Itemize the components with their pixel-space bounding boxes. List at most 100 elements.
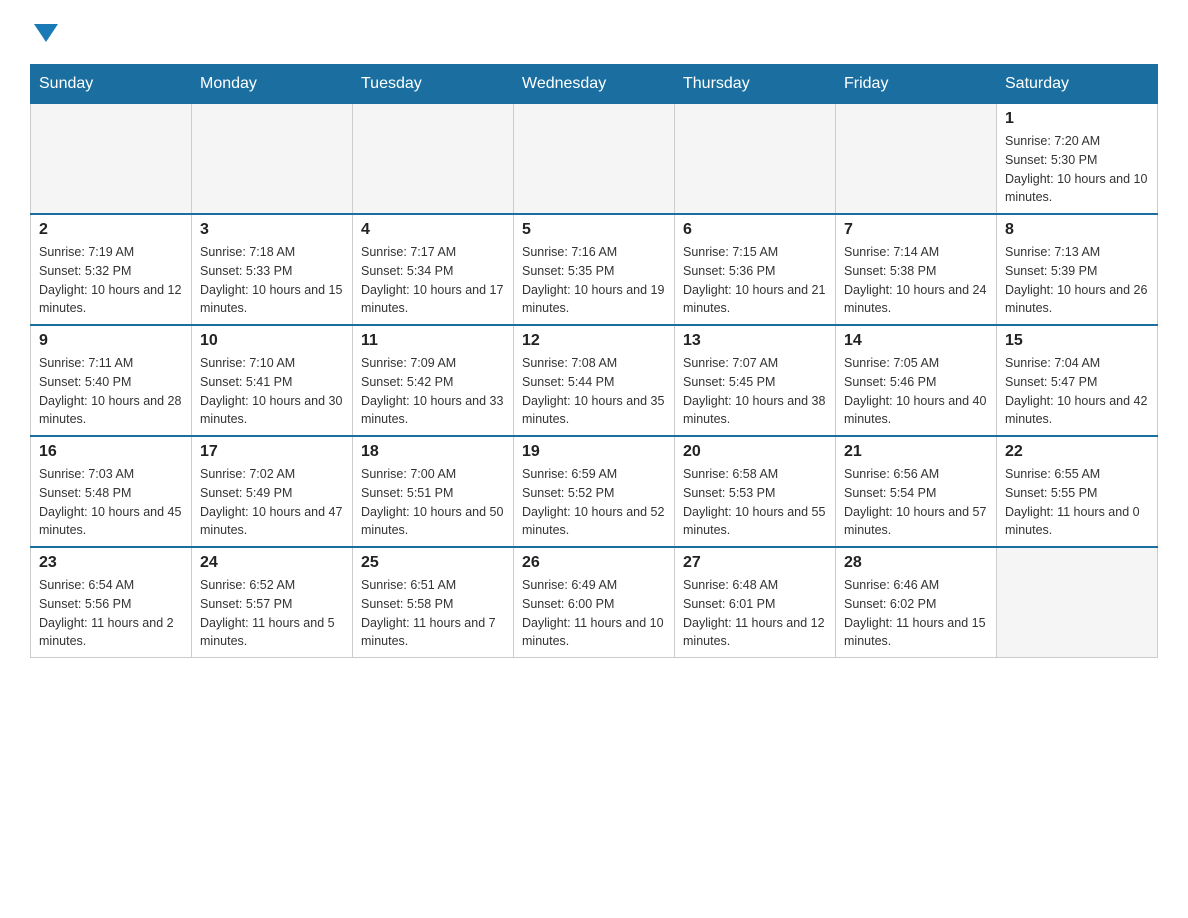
logo-arrow-icon bbox=[34, 24, 58, 42]
day-info: Sunrise: 7:14 AMSunset: 5:38 PMDaylight:… bbox=[844, 243, 988, 318]
day-number: 16 bbox=[39, 443, 183, 461]
calendar-cell: 11Sunrise: 7:09 AMSunset: 5:42 PMDayligh… bbox=[353, 325, 514, 436]
day-info: Sunrise: 6:49 AMSunset: 6:00 PMDaylight:… bbox=[522, 576, 666, 651]
calendar-week-row: 2 Sunrise: 7:19 AMSunset: 5:32 PMDaylight… bbox=[31, 214, 1158, 325]
day-number: 26 bbox=[522, 554, 666, 572]
day-info: Sunrise: 7:20 AMSunset: 5:30 PMDaylight:… bbox=[1005, 132, 1149, 207]
day-number: 13 bbox=[683, 332, 827, 350]
day-number: 3 bbox=[200, 221, 344, 239]
day-number: 6 bbox=[683, 221, 827, 239]
weekday-header-saturday: Saturday bbox=[997, 65, 1158, 104]
day-info: Sunrise: 7:03 AMSunset: 5:48 PMDaylight:… bbox=[39, 465, 183, 540]
day-info: Sunrise: 6:58 AMSunset: 5:53 PMDaylight:… bbox=[683, 465, 827, 540]
day-number: 7 bbox=[844, 221, 988, 239]
day-info: Sunrise: 6:55 AMSunset: 5:55 PMDaylight:… bbox=[1005, 465, 1149, 540]
day-number: 2 bbox=[39, 221, 183, 239]
calendar-cell bbox=[997, 547, 1158, 658]
day-info: Sunrise: 6:56 AMSunset: 5:54 PMDaylight:… bbox=[844, 465, 988, 540]
calendar-cell: 22Sunrise: 6:55 AMSunset: 5:55 PMDayligh… bbox=[997, 436, 1158, 547]
day-info: Sunrise: 7:13 AMSunset: 5:39 PMDaylight:… bbox=[1005, 243, 1149, 318]
day-number: 15 bbox=[1005, 332, 1149, 350]
day-number: 28 bbox=[844, 554, 988, 572]
calendar-cell bbox=[836, 104, 997, 215]
day-number: 20 bbox=[683, 443, 827, 461]
day-number: 27 bbox=[683, 554, 827, 572]
weekday-header-wednesday: Wednesday bbox=[514, 65, 675, 104]
day-info: Sunrise: 7:05 AMSunset: 5:46 PMDaylight:… bbox=[844, 354, 988, 429]
day-number: 5 bbox=[522, 221, 666, 239]
day-number: 4 bbox=[361, 221, 505, 239]
day-number: 11 bbox=[361, 332, 505, 350]
day-number: 1 bbox=[1005, 110, 1149, 128]
calendar-cell: 5 Sunrise: 7:16 AMSunset: 5:35 PMDaylight… bbox=[514, 214, 675, 325]
day-info: Sunrise: 7:00 AMSunset: 5:51 PMDaylight:… bbox=[361, 465, 505, 540]
day-number: 9 bbox=[39, 332, 183, 350]
calendar-cell bbox=[675, 104, 836, 215]
header bbox=[30, 20, 1158, 44]
day-number: 8 bbox=[1005, 221, 1149, 239]
calendar-cell: 2 Sunrise: 7:19 AMSunset: 5:32 PMDaylight… bbox=[31, 214, 192, 325]
day-number: 24 bbox=[200, 554, 344, 572]
calendar-week-row: 16 Sunrise: 7:03 AMSunset: 5:48 PMDayligh… bbox=[31, 436, 1158, 547]
calendar-cell: 25 Sunrise: 6:51 AMSunset: 5:58 PMDayligh… bbox=[353, 547, 514, 658]
day-info: Sunrise: 6:54 AMSunset: 5:56 PMDaylight:… bbox=[39, 576, 183, 651]
day-number: 10 bbox=[200, 332, 344, 350]
day-info: Sunrise: 7:11 AMSunset: 5:40 PMDaylight:… bbox=[39, 354, 183, 429]
calendar-week-row: 9 Sunrise: 7:11 AMSunset: 5:40 PMDaylight… bbox=[31, 325, 1158, 436]
calendar-cell bbox=[353, 104, 514, 215]
logo bbox=[30, 20, 58, 44]
weekday-header-monday: Monday bbox=[192, 65, 353, 104]
calendar-week-row: 23 Sunrise: 6:54 AMSunset: 5:56 PMDayligh… bbox=[31, 547, 1158, 658]
day-number: 14 bbox=[844, 332, 988, 350]
calendar-cell: 7 Sunrise: 7:14 AMSunset: 5:38 PMDaylight… bbox=[836, 214, 997, 325]
calendar-cell: 17 Sunrise: 7:02 AMSunset: 5:49 PMDayligh… bbox=[192, 436, 353, 547]
day-number: 25 bbox=[361, 554, 505, 572]
day-number: 23 bbox=[39, 554, 183, 572]
calendar-cell: 18 Sunrise: 7:00 AMSunset: 5:51 PMDayligh… bbox=[353, 436, 514, 547]
calendar-cell: 26 Sunrise: 6:49 AMSunset: 6:00 PMDayligh… bbox=[514, 547, 675, 658]
day-info: Sunrise: 6:51 AMSunset: 5:58 PMDaylight:… bbox=[361, 576, 505, 651]
calendar-cell: 23 Sunrise: 6:54 AMSunset: 5:56 PMDayligh… bbox=[31, 547, 192, 658]
calendar-header-row: SundayMondayTuesdayWednesdayThursdayFrid… bbox=[31, 65, 1158, 104]
calendar-cell: 8 Sunrise: 7:13 AMSunset: 5:39 PMDaylight… bbox=[997, 214, 1158, 325]
calendar-cell: 9 Sunrise: 7:11 AMSunset: 5:40 PMDaylight… bbox=[31, 325, 192, 436]
calendar-cell: 12Sunrise: 7:08 AMSunset: 5:44 PMDayligh… bbox=[514, 325, 675, 436]
day-info: Sunrise: 7:02 AMSunset: 5:49 PMDaylight:… bbox=[200, 465, 344, 540]
calendar-cell: 6Sunrise: 7:15 AMSunset: 5:36 PMDaylight… bbox=[675, 214, 836, 325]
calendar-week-row: 1 Sunrise: 7:20 AMSunset: 5:30 PMDaylight… bbox=[31, 104, 1158, 215]
calendar-cell: 4Sunrise: 7:17 AMSunset: 5:34 PMDaylight… bbox=[353, 214, 514, 325]
day-info: Sunrise: 7:18 AMSunset: 5:33 PMDaylight:… bbox=[200, 243, 344, 318]
calendar-cell: 10 Sunrise: 7:10 AMSunset: 5:41 PMDayligh… bbox=[192, 325, 353, 436]
day-number: 18 bbox=[361, 443, 505, 461]
calendar-table: SundayMondayTuesdayWednesdayThursdayFrid… bbox=[30, 64, 1158, 658]
calendar-cell: 3 Sunrise: 7:18 AMSunset: 5:33 PMDaylight… bbox=[192, 214, 353, 325]
calendar-cell: 24 Sunrise: 6:52 AMSunset: 5:57 PMDayligh… bbox=[192, 547, 353, 658]
calendar-cell: 1 Sunrise: 7:20 AMSunset: 5:30 PMDaylight… bbox=[997, 104, 1158, 215]
calendar-cell: 28 Sunrise: 6:46 AMSunset: 6:02 PMDayligh… bbox=[836, 547, 997, 658]
day-info: Sunrise: 7:16 AMSunset: 5:35 PMDaylight:… bbox=[522, 243, 666, 318]
calendar-cell bbox=[31, 104, 192, 215]
day-info: Sunrise: 7:19 AMSunset: 5:32 PMDaylight:… bbox=[39, 243, 183, 318]
calendar-cell bbox=[192, 104, 353, 215]
day-info: Sunrise: 6:59 AMSunset: 5:52 PMDaylight:… bbox=[522, 465, 666, 540]
day-info: Sunrise: 7:07 AMSunset: 5:45 PMDaylight:… bbox=[683, 354, 827, 429]
weekday-header-sunday: Sunday bbox=[31, 65, 192, 104]
calendar-cell: 20 Sunrise: 6:58 AMSunset: 5:53 PMDayligh… bbox=[675, 436, 836, 547]
day-info: Sunrise: 6:52 AMSunset: 5:57 PMDaylight:… bbox=[200, 576, 344, 651]
day-info: Sunrise: 7:08 AMSunset: 5:44 PMDaylight:… bbox=[522, 354, 666, 429]
day-info: Sunrise: 7:04 AMSunset: 5:47 PMDaylight:… bbox=[1005, 354, 1149, 429]
calendar-cell: 27Sunrise: 6:48 AMSunset: 6:01 PMDayligh… bbox=[675, 547, 836, 658]
day-number: 19 bbox=[522, 443, 666, 461]
calendar-cell: 13 Sunrise: 7:07 AMSunset: 5:45 PMDayligh… bbox=[675, 325, 836, 436]
calendar-cell: 16 Sunrise: 7:03 AMSunset: 5:48 PMDayligh… bbox=[31, 436, 192, 547]
calendar-cell bbox=[514, 104, 675, 215]
day-info: Sunrise: 7:10 AMSunset: 5:41 PMDaylight:… bbox=[200, 354, 344, 429]
day-info: Sunrise: 6:46 AMSunset: 6:02 PMDaylight:… bbox=[844, 576, 988, 651]
calendar-cell: 15 Sunrise: 7:04 AMSunset: 5:47 PMDayligh… bbox=[997, 325, 1158, 436]
day-number: 17 bbox=[200, 443, 344, 461]
calendar-cell: 19 Sunrise: 6:59 AMSunset: 5:52 PMDayligh… bbox=[514, 436, 675, 547]
calendar-cell: 14 Sunrise: 7:05 AMSunset: 5:46 PMDayligh… bbox=[836, 325, 997, 436]
weekday-header-thursday: Thursday bbox=[675, 65, 836, 104]
day-number: 21 bbox=[844, 443, 988, 461]
calendar-cell: 21 Sunrise: 6:56 AMSunset: 5:54 PMDayligh… bbox=[836, 436, 997, 547]
